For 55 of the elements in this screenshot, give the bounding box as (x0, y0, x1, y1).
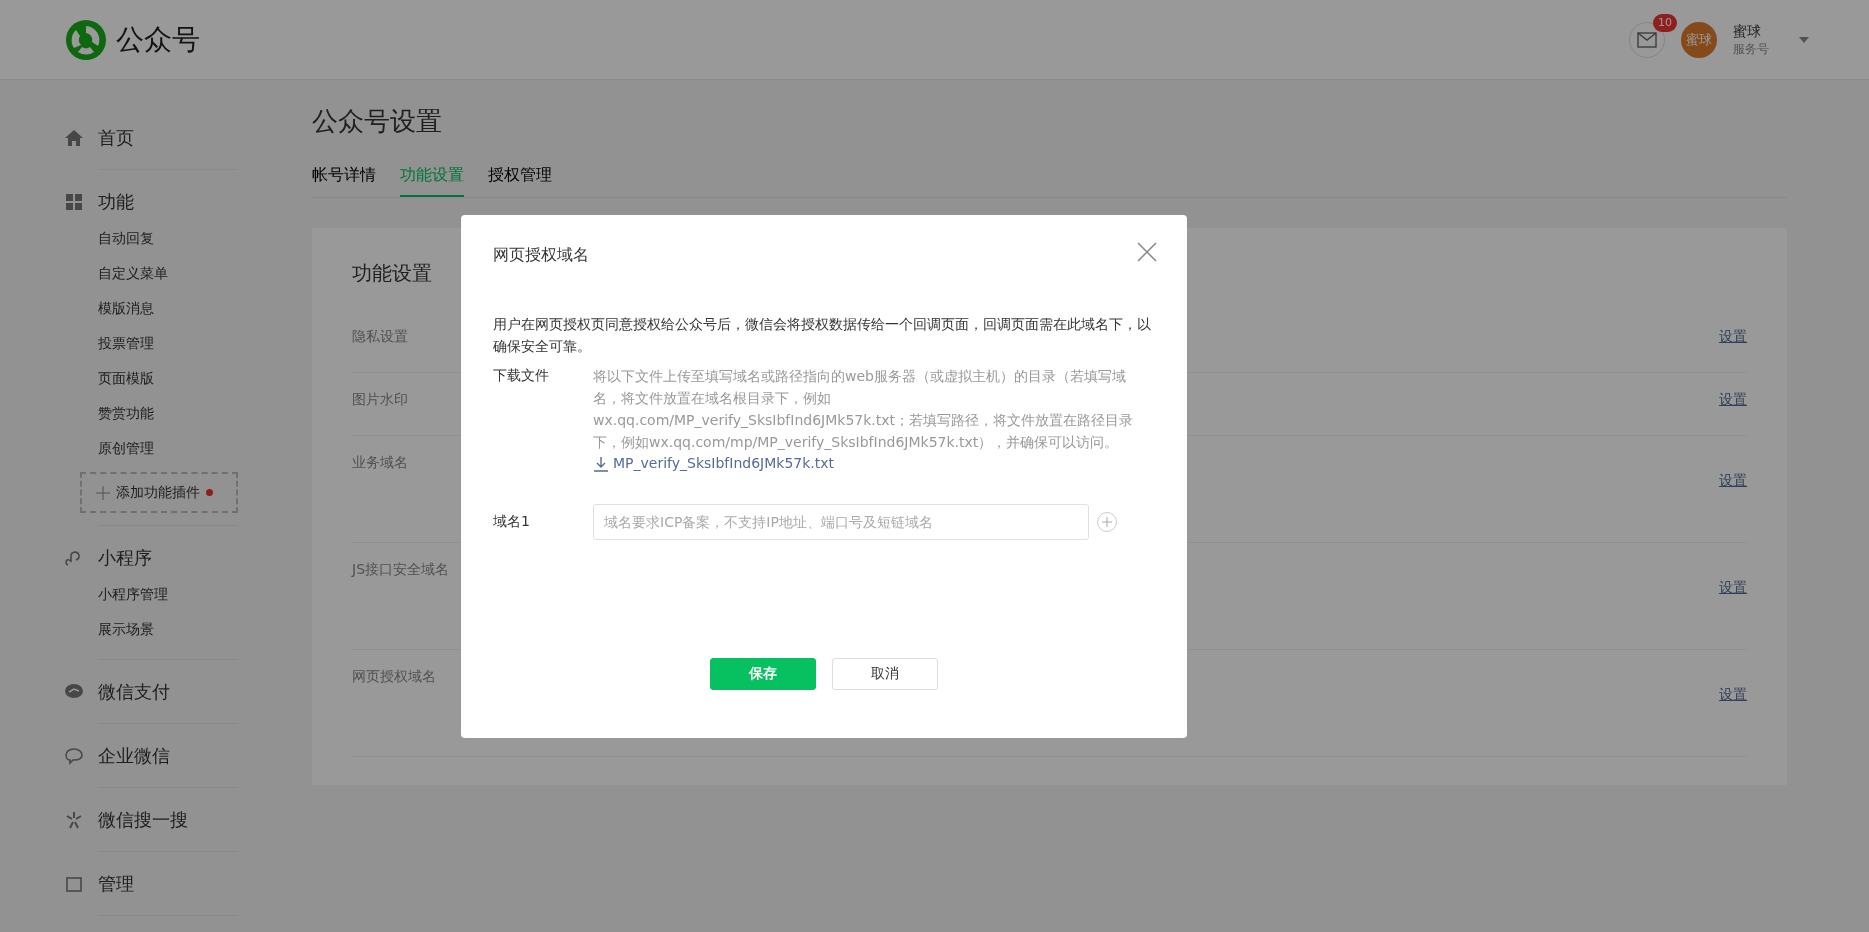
setting-label: JS接口安全域名 (352, 560, 449, 579)
account-type: 服务号 (1733, 40, 1769, 58)
setting-link[interactable]: 设置 (1719, 470, 1747, 491)
add-plugin-button[interactable]: 添加功能插件 (80, 472, 238, 513)
setting-link[interactable]: 设置 (1719, 577, 1747, 598)
intro-text: 用户在网页授权页同意授权给公众号后，微信会将授权数据传给一个回调页面，回调页面需在此域名下，以确保安全可靠。 (493, 315, 1152, 356)
envelope-icon (1637, 31, 1657, 48)
setting-label: 业务域名 (352, 453, 408, 472)
sidebar-item[interactable]: 自动回复 (98, 221, 238, 256)
close-button[interactable] (1137, 241, 1157, 262)
sidebar-item[interactable]: 模版消息 (98, 291, 238, 326)
account-name: 蜜球 (1733, 21, 1762, 40)
sidebar-item[interactable]: 原创管理 (98, 431, 238, 466)
sidebar-item[interactable]: 页面模版 (98, 361, 238, 396)
domain-input[interactable]: 域名要求ICP备案，不支持IP地址、端口号及短链域名 (593, 503, 1089, 540)
setting-label: 网页授权域名 (352, 667, 436, 686)
download-link[interactable]: MP_verify_SksIbfInd6JMk57k.txt (593, 453, 834, 474)
setting-link[interactable]: 设置 (1719, 326, 1747, 347)
chat-icon (64, 745, 84, 766)
download-icon (593, 455, 609, 472)
download-description: 将以下文件上传至填写域名或路径指向的web服务器（或虚拟主机）的目录（若填写域名，将文件放置在域名根目录下，例如wx.qq.com/MP_verify_SksIbfInd6JMk57k.txt；若填写路径，将文件放置在路径目录下，例如wx.qq.com/mp/MP_verify_SksIbfInd6JMk57k.txt），并确保可以访问。 (593, 367, 1135, 452)
page-title: 公众号设置 (312, 105, 443, 138)
setting-label: 图片水印 (352, 390, 408, 409)
notification-dot (206, 489, 213, 496)
logo-text: 公众号 (116, 21, 200, 58)
sidebar-section[interactable]: 小程序 (64, 538, 238, 577)
sidebar-item[interactable]: 投票管理 (98, 326, 238, 361)
tab[interactable]: 帐号详情 (312, 159, 376, 197)
sidebar-section[interactable]: 功能 (64, 182, 238, 221)
field-label: 域名1 (493, 512, 531, 531)
home-icon (64, 127, 84, 148)
sidebar-section[interactable]: 微信搜一搜 (64, 800, 238, 839)
sidebar-section[interactable]: 企业微信 (64, 736, 238, 775)
sidebar-section[interactable]: 微信支付 (64, 672, 238, 711)
sidebar-item[interactable]: 展示场景 (98, 612, 238, 647)
notification-badge: 10 (1653, 13, 1677, 32)
caret-icon[interactable] (1799, 36, 1809, 43)
field-label: 下载文件 (493, 366, 550, 385)
sidebar-item[interactable]: 自定义菜单 (98, 256, 238, 291)
logo-icon (64, 17, 108, 62)
sidebar-section[interactable]: 管理 (64, 864, 238, 903)
tab[interactable]: 授权管理 (488, 159, 552, 197)
plus-icon (96, 485, 110, 500)
cancel-button[interactable]: 取消 (832, 657, 938, 690)
sidebar-item[interactable]: 赞赏功能 (98, 396, 238, 431)
sidebar-item[interactable]: 小程序管理 (98, 577, 238, 612)
grid-icon (64, 191, 84, 212)
sparkle-icon (64, 809, 84, 830)
setting-label: 隐私设置 (352, 327, 408, 346)
sidebar-section[interactable]: 首页 (64, 118, 238, 157)
setting-link[interactable]: 设置 (1719, 389, 1747, 410)
plus-icon (1102, 516, 1112, 527)
setting-link[interactable]: 设置 (1719, 684, 1747, 705)
dialog-title: 网页授权域名 (493, 244, 589, 266)
card-title: 功能设置 (352, 260, 433, 287)
